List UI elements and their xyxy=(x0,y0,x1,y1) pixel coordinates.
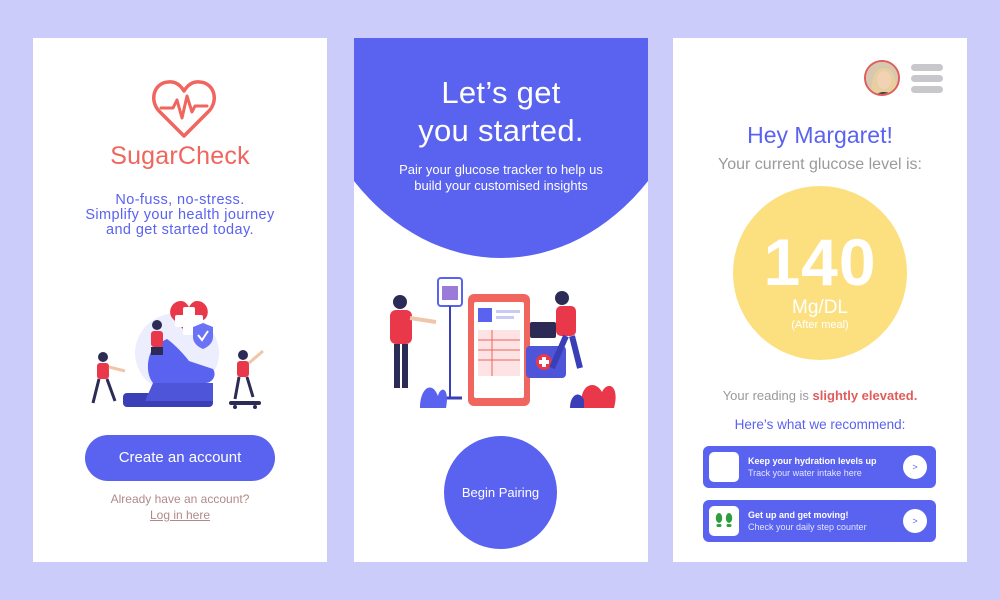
activity-tip-card[interactable]: Get up and get moving! Check your daily … xyxy=(703,500,936,542)
footsteps-icon xyxy=(709,506,739,536)
login-link[interactable]: Log in here xyxy=(150,508,210,522)
activity-tip-button[interactable]: > xyxy=(903,509,927,533)
title-line: Let’s get xyxy=(441,75,561,110)
reading-status-value: slightly elevated. xyxy=(812,388,918,403)
subtitle-line: build your customised insights xyxy=(414,178,588,193)
heart-pulse-logo-icon xyxy=(152,80,216,138)
glucose-context: (After meal) xyxy=(791,319,849,331)
greeting: Hey Margaret! xyxy=(747,122,893,148)
footsteps-icon xyxy=(715,513,733,527)
tagline: No-fuss, no-stress. Simplify your health… xyxy=(33,193,327,238)
user-avatar-icon xyxy=(866,62,898,94)
hamburger-menu-icon[interactable] xyxy=(911,64,943,94)
tip-title: Get up and get moving! xyxy=(748,510,849,520)
health-illustration xyxy=(91,301,264,409)
onboarding-welcome-screen: SugarCheck No-fuss, no-stress. Simplify … xyxy=(33,38,327,562)
dashboard-screen: Hey Margaret! Your current glucose level… xyxy=(673,38,967,562)
brand-name: SugarCheck xyxy=(110,142,250,170)
page-title: Let’s get you started. xyxy=(354,74,648,150)
tip-description: Check your daily step counter xyxy=(748,522,867,532)
tip-title: Keep your hydration levels up xyxy=(748,456,877,466)
pairing-screen: Let’s get you started. Pair your glucose… xyxy=(354,38,648,562)
title-line: you started. xyxy=(418,113,584,148)
subtitle-line: Pair your glucose tracker to help us xyxy=(399,162,603,177)
recommend-title: Here’s what we recommend: xyxy=(734,417,906,432)
glucose-gauge: 140 Mg/DL (After meal) xyxy=(733,186,907,360)
avatar[interactable] xyxy=(864,60,900,96)
existing-account-text: Already have an account? xyxy=(110,492,250,506)
tip-description: Track your water intake here xyxy=(748,468,862,478)
tagline-line: Simplify your health journey xyxy=(85,207,275,223)
glucose-unit: Mg/DL xyxy=(792,297,848,318)
reading-status: Your reading is slightly elevated. xyxy=(673,388,967,403)
tagline-line: and get started today. xyxy=(106,222,254,238)
device-pairing-illustration xyxy=(390,277,616,408)
glucose-value: 140 xyxy=(763,225,877,299)
begin-pairing-button[interactable]: Begin Pairing xyxy=(444,436,557,549)
hydration-tip-button[interactable]: > xyxy=(903,455,927,479)
reading-prefix: Your reading is xyxy=(722,388,813,403)
water-icon xyxy=(709,452,739,482)
tagline-line: No-fuss, no-stress. xyxy=(115,192,245,208)
glucose-label: Your current glucose level is: xyxy=(718,156,922,173)
hydration-tip-card[interactable]: Keep your hydration levels up Track your… xyxy=(703,446,936,488)
create-account-button[interactable]: Create an account xyxy=(85,435,275,481)
page-subtitle: Pair your glucose tracker to help us bui… xyxy=(354,162,648,194)
